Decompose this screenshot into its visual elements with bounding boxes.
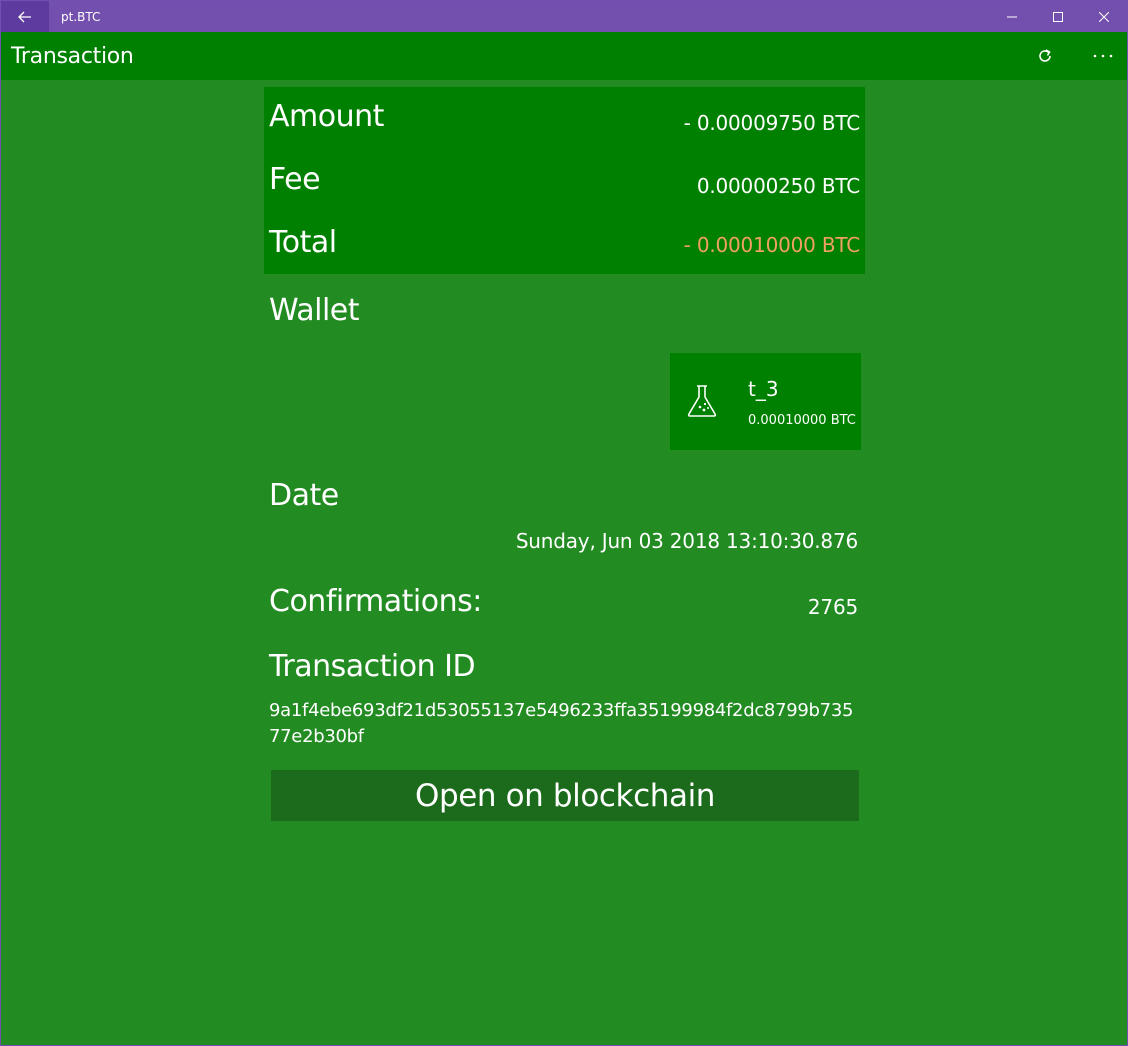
minimize-icon (1007, 16, 1017, 17)
more-button[interactable] (1079, 32, 1127, 80)
transaction-id-label: Transaction ID (269, 649, 476, 684)
wallet-label: Wallet (269, 293, 360, 328)
amount-label: Amount (269, 99, 384, 134)
date-label: Date (269, 478, 339, 513)
fee-label: Fee (269, 162, 321, 197)
date-value: Sunday, Jun 03 2018 13:10:30.876 (515, 529, 858, 553)
window-title: pt.BTC (61, 9, 101, 24)
amount-value: - 0.00009750 BTC (683, 111, 861, 135)
refresh-button[interactable] (1021, 32, 1069, 80)
transaction-id-value: 9a1f4ebe693df21d53055137e5496233ffa35199… (269, 700, 854, 747)
wallet-tile[interactable]: t_3 0.00010000 BTC (670, 353, 861, 450)
total-value: - 0.00010000 BTC (683, 233, 861, 257)
total-label: Total (269, 225, 337, 260)
app-window: pt.BTC Transaction Amount - 0.00009750 B… (0, 0, 1128, 1046)
wallet-name: t_3 (748, 377, 779, 401)
maximize-button[interactable] (1035, 1, 1081, 32)
back-arrow-icon (18, 11, 31, 22)
wallet-balance: 0.00010000 BTC (748, 413, 856, 428)
confirmations-value: 2765 (807, 595, 858, 619)
page-title: Transaction (11, 44, 134, 69)
window-controls (989, 1, 1127, 32)
fee-value: 0.00000250 BTC (696, 174, 860, 198)
minimize-button[interactable] (989, 1, 1035, 32)
close-button[interactable] (1081, 1, 1127, 32)
confirmations-label: Confirmations: (269, 584, 482, 619)
back-button[interactable] (1, 1, 49, 32)
more-icon (1093, 54, 1113, 58)
maximize-icon (1053, 11, 1063, 22)
close-icon (1099, 11, 1109, 22)
title-bar: pt.BTC (1, 1, 1127, 32)
amount-summary: Amount - 0.00009750 BTC Fee 0.00000250 B… (264, 87, 865, 274)
flask-icon (687, 385, 717, 417)
app-bar: Transaction (1, 32, 1127, 80)
open-on-blockchain-button[interactable]: Open on blockchain (271, 770, 859, 821)
refresh-icon (1039, 49, 1051, 62)
